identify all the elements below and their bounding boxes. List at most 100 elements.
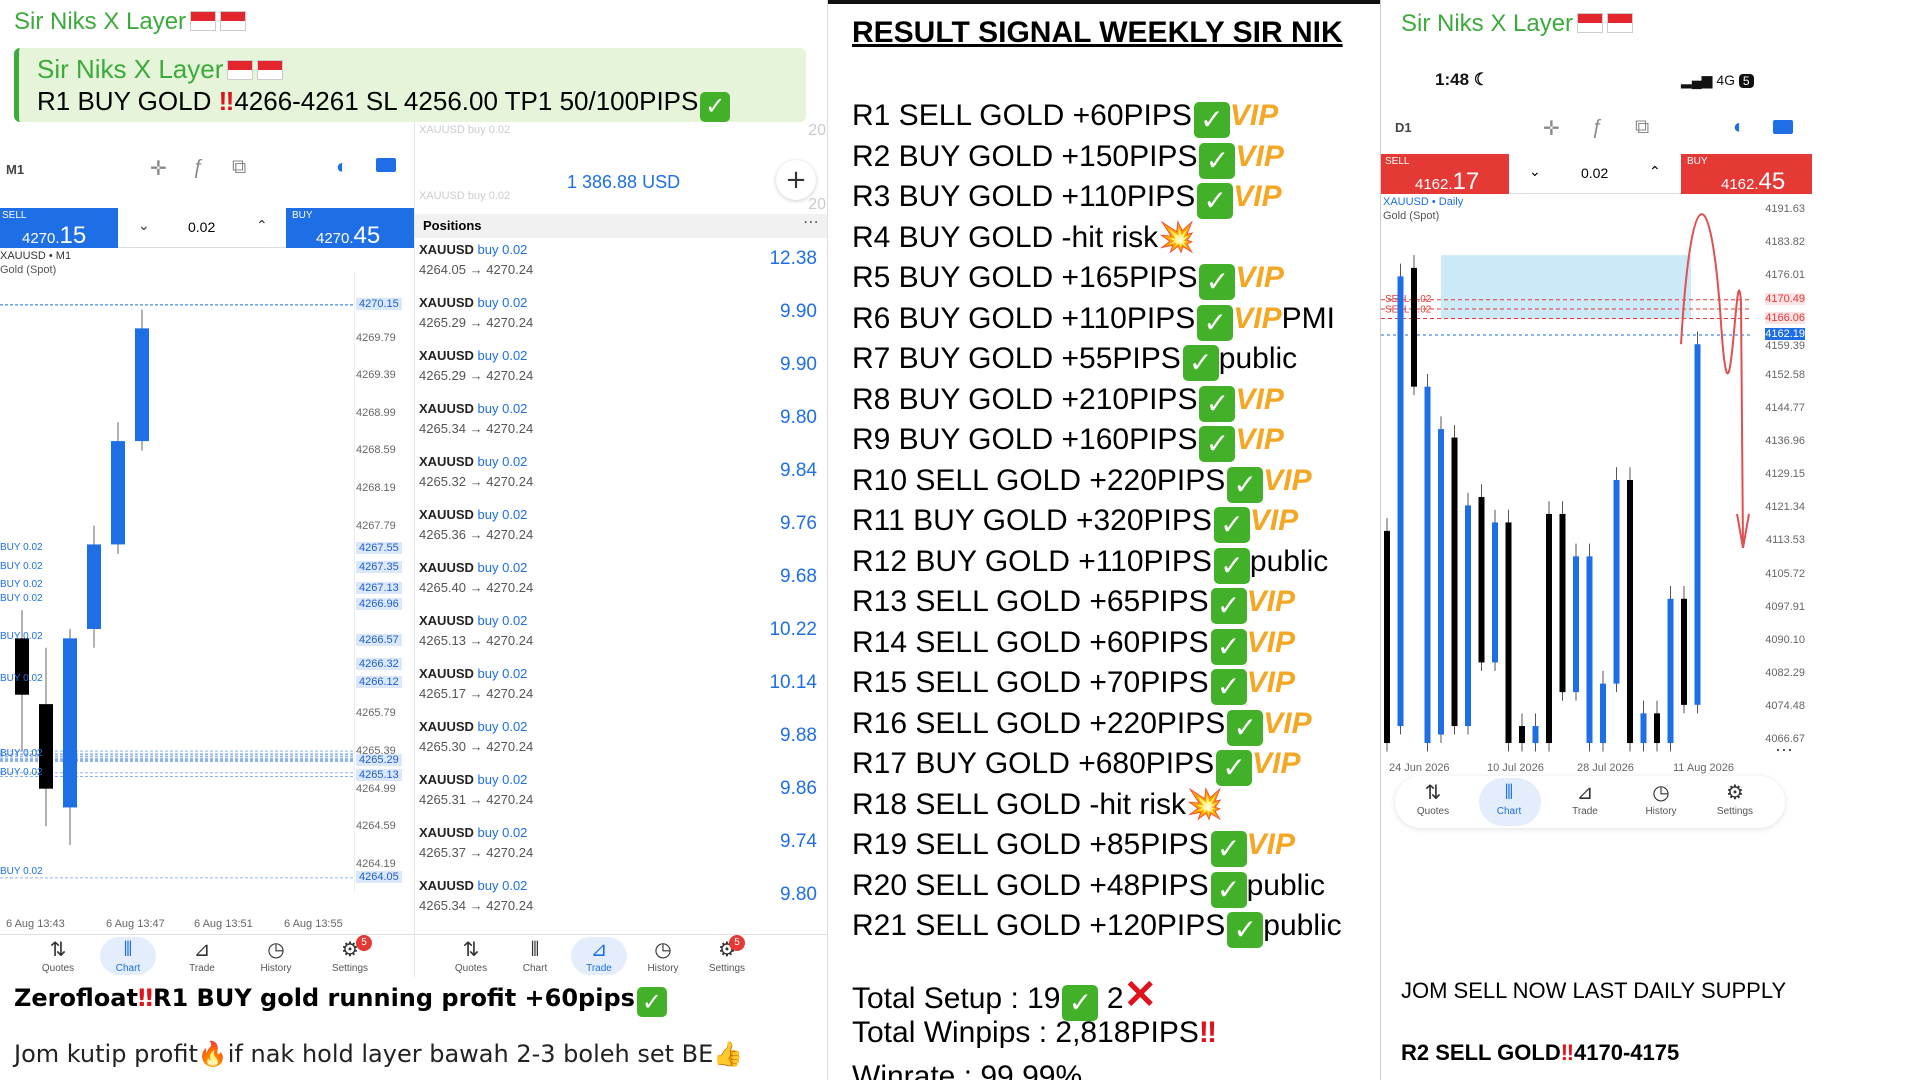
position-profit: 10.22 <box>769 619 817 640</box>
daily-chart[interactable]: SELL 0.02SELL 0.02 <box>1381 200 1751 760</box>
candle-body <box>1694 344 1701 705</box>
result-text: R19 SELL GOLD +85PIPS <box>852 828 1209 861</box>
symbol-label: XAUUSD • M1 <box>0 250 72 262</box>
lot-value[interactable]: 0.02 <box>1581 165 1608 181</box>
check-icon: ✓ <box>1197 183 1234 219</box>
candle-body <box>1411 267 1417 387</box>
telegram-message-right: Sir Niks X Layer 1:48 ☾ ▂▄▆ 4G 5 D1 ✛ ƒ … <box>1380 0 1812 1080</box>
position-direction: buy 0.02 <box>477 878 528 893</box>
position-direction: buy 0.02 <box>477 454 528 469</box>
scrolled-profit: 20 <box>808 122 826 139</box>
position-row[interactable]: XAUUSD buy 0.02 4265.37 → 4270.24 9.74 <box>415 821 821 874</box>
chevron-up-icon[interactable]: ⌃ <box>256 218 268 234</box>
scrolled-row: XAUUSD buy 0.02 <box>419 124 511 136</box>
position-row[interactable]: XAUUSD buy 0.02 4265.36 → 4270.24 9.76 <box>415 503 821 556</box>
reply-quote[interactable]: Sir Niks X Layer R1 BUY GOLD ‼4266-4261 … <box>14 48 806 122</box>
result-text: R15 SELL GOLD +70PIPS <box>852 666 1209 699</box>
account-icon[interactable] <box>1773 120 1793 134</box>
result-text: R7 BUY GOLD +55PIPS <box>852 342 1181 375</box>
telegram-message-left: Sir Niks X Layer Sir Niks X Layer R1 BUY… <box>0 0 828 1080</box>
nav-trade[interactable]: ⊿ Trade <box>569 937 629 974</box>
function-icon[interactable]: ƒ <box>192 156 203 179</box>
vip-badge: VIP <box>1233 180 1282 213</box>
vip-badge: VIP <box>1246 666 1295 699</box>
sell-button[interactable]: SELL 4270.15 <box>0 208 118 249</box>
price-label: 4176.01 <box>1765 269 1805 282</box>
vip-badge: VIP <box>1235 423 1284 456</box>
objects-icon[interactable]: ⧉ <box>232 156 246 179</box>
position-profit: 9.90 <box>780 354 817 375</box>
position-row[interactable]: XAUUSD buy 0.02 4265.17 → 4270.24 10.14 <box>415 662 821 715</box>
trade-icon[interactable]: ◐ <box>1733 116 1745 139</box>
price-label: 4266.32 <box>356 657 402 670</box>
chart-icon: ⫴ <box>123 939 133 961</box>
vip-badge: VIP <box>1235 139 1284 173</box>
price-label: 4267.55 <box>356 542 402 555</box>
nav-quotes[interactable]: ⇅ Quotes <box>28 937 88 974</box>
nav-chart[interactable]: ⫴ Chart <box>1479 780 1539 817</box>
crosshair-icon[interactable]: ✛ <box>1543 116 1560 141</box>
check-icon: ✓ <box>1227 466 1264 503</box>
nav-quotes[interactable]: ⇅ Quotes <box>1403 780 1463 817</box>
position-row[interactable]: XAUUSD buy 0.02 4265.34 → 4270.24 9.80 <box>415 874 821 927</box>
position-row[interactable]: XAUUSD buy 0.02 4265.30 → 4270.24 9.88 <box>415 715 821 768</box>
more-icon[interactable]: ⋯ <box>1775 740 1793 761</box>
buy-button[interactable]: BUY 4270.45 <box>286 208 414 249</box>
buy-button[interactable]: BUY 4162.45 <box>1681 154 1812 195</box>
sender-name[interactable]: Sir Niks X Layer <box>14 8 247 36</box>
objects-icon[interactable]: ⧉ <box>1635 116 1649 139</box>
position-row[interactable]: XAUUSD buy 0.02 4265.32 → 4270.24 9.84 <box>415 450 821 503</box>
nav-settings[interactable]: ⚙ Settings <box>697 937 757 974</box>
timeframe-label[interactable]: D1 <box>1395 120 1412 135</box>
lot-stepper[interactable]: ⌄ 0.02 ⌃ <box>1509 154 1681 194</box>
nav-history[interactable]: ◷ History <box>1631 780 1691 817</box>
chevron-down-icon[interactable]: ⌄ <box>138 218 150 234</box>
price-label: 4267.35 <box>356 560 402 573</box>
position-row[interactable]: XAUUSD buy 0.02 4264.05 → 4270.24 12.38 <box>415 238 821 291</box>
chart-view[interactable]: M1 ✛ ƒ ⧉ ◐ SELL 4270.15 ⌄ 0.02 ⌃ BUY 427… <box>0 122 414 977</box>
timeframe-label[interactable]: M1 <box>6 162 24 177</box>
nav-quotes[interactable]: ⇅ Quotes <box>441 937 501 974</box>
price-label: 4152.58 <box>1765 368 1805 381</box>
result-text: R20 SELL GOLD +48PIPS <box>852 868 1209 902</box>
chevron-down-icon[interactable]: ⌄ <box>1529 164 1541 180</box>
crosshair-icon[interactable]: ✛ <box>150 156 167 181</box>
add-icon[interactable]: + <box>776 160 816 200</box>
position-prices: 4265.29 → 4270.24 <box>419 315 534 330</box>
price-label: 4144.77 <box>1765 401 1805 414</box>
position-prices: 4265.34 → 4270.24 <box>419 898 534 913</box>
check-icon: ✓ <box>1199 264 1236 300</box>
more-icon[interactable]: ⋯ <box>803 212 819 231</box>
nav-chart[interactable]: ⫴ Chart <box>505 937 565 974</box>
buy-line-label: BUY 0.02 <box>0 579 43 591</box>
nav-chart[interactable]: ⫴ Chart <box>98 937 158 974</box>
candle-body <box>135 328 149 442</box>
nav-trade[interactable]: ⊿ Trade <box>172 937 232 974</box>
position-row[interactable]: XAUUSD buy 0.02 4265.34 → 4270.24 9.80 <box>415 397 821 450</box>
chevron-up-icon[interactable]: ⌃ <box>1649 164 1661 180</box>
nav-settings[interactable]: ⚙ Settings <box>1705 780 1765 817</box>
lot-stepper[interactable]: ⌄ 0.02 ⌃ <box>118 208 286 248</box>
position-profit: 9.68 <box>780 566 817 587</box>
vip-badge: VIP <box>1263 463 1312 497</box>
account-icon[interactable] <box>376 158 396 172</box>
position-row[interactable]: XAUUSD buy 0.02 4265.29 → 4270.24 9.90 <box>415 344 821 397</box>
nav-history[interactable]: ◷ History <box>633 937 693 974</box>
sell-button[interactable]: SELL 4162.17 <box>1381 154 1509 195</box>
nav-history[interactable]: ◷ History <box>246 937 306 974</box>
position-row[interactable]: XAUUSD buy 0.02 4265.29 → 4270.24 9.90 <box>415 291 821 344</box>
message-line-1: Zerofloat‼R1 BUY gold running profit +60… <box>14 984 667 1017</box>
position-row[interactable]: XAUUSD buy 0.02 4265.13 → 4270.24 10.22 <box>415 609 821 662</box>
result-row: R7 BUY GOLD +55PIPS ✓ public <box>852 339 1297 381</box>
nav-trade[interactable]: ⊿ Trade <box>1555 780 1615 817</box>
trade-icon[interactable]: ◐ <box>336 156 348 179</box>
position-row[interactable]: XAUUSD buy 0.02 4265.40 → 4270.24 9.68 <box>415 556 821 609</box>
position-row[interactable]: XAUUSD buy 0.02 4265.31 → 4270.24 9.86 <box>415 768 821 821</box>
candle-chart[interactable] <box>0 272 414 892</box>
double-exclamation-icon: ‼ <box>1560 1040 1575 1065</box>
function-icon[interactable]: ƒ <box>1591 116 1602 139</box>
price-label: 4269.79 <box>356 331 396 344</box>
sender-name[interactable]: Sir Niks X Layer <box>1401 10 1634 38</box>
lot-value[interactable]: 0.02 <box>188 219 215 235</box>
position-direction: buy 0.02 <box>477 295 528 310</box>
